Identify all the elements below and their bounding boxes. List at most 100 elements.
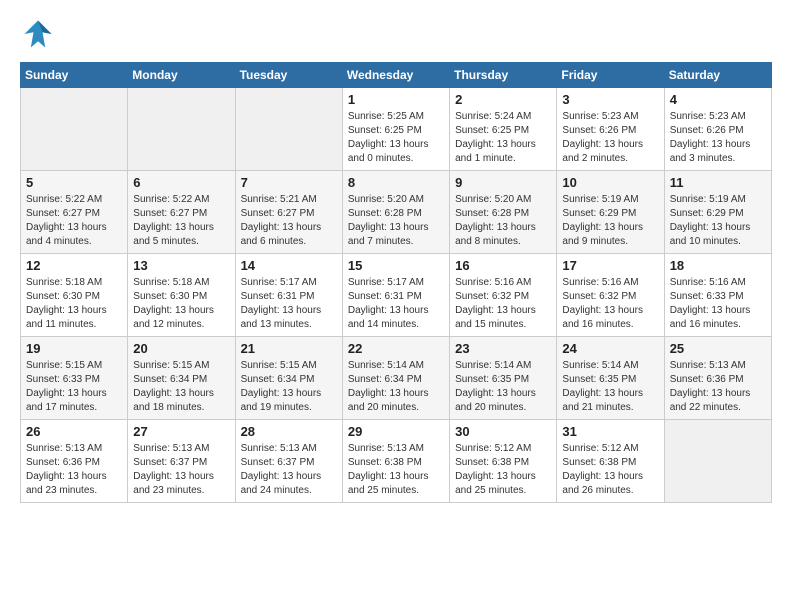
cell-content: Sunrise: 5:24 AMSunset: 6:25 PMDaylight:… — [455, 110, 551, 166]
cell-content: Sunrise: 5:14 AMSunset: 6:35 PMDaylight:… — [455, 359, 551, 415]
calendar-cell: 9 Sunrise: 5:20 AMSunset: 6:28 PMDaylight… — [450, 171, 557, 254]
calendar-cell: 8 Sunrise: 5:20 AMSunset: 6:28 PMDaylight… — [342, 171, 449, 254]
calendar-cell: 17 Sunrise: 5:16 AMSunset: 6:32 PMDayligh… — [557, 254, 664, 337]
weekday-header-monday: Monday — [128, 63, 235, 88]
logo-icon — [20, 16, 56, 52]
calendar-cell: 14 Sunrise: 5:17 AMSunset: 6:31 PMDayligh… — [235, 254, 342, 337]
cell-content: Sunrise: 5:13 AMSunset: 6:38 PMDaylight:… — [348, 442, 444, 498]
weekday-header-friday: Friday — [557, 63, 664, 88]
day-number: 25 — [670, 341, 766, 356]
calendar-cell: 4 Sunrise: 5:23 AMSunset: 6:26 PMDaylight… — [664, 88, 771, 171]
cell-content: Sunrise: 5:12 AMSunset: 6:38 PMDaylight:… — [455, 442, 551, 498]
cell-content: Sunrise: 5:14 AMSunset: 6:35 PMDaylight:… — [562, 359, 658, 415]
calendar-cell: 25Sunrise: 5:13 AMSunset: 6:36 PMDayligh… — [664, 337, 771, 420]
calendar-cell: 19 Sunrise: 5:15 AMSunset: 6:33 PMDayligh… — [21, 337, 128, 420]
weekday-header-tuesday: Tuesday — [235, 63, 342, 88]
day-number: 23 — [455, 341, 551, 356]
calendar-cell: 5 Sunrise: 5:22 AMSunset: 6:27 PMDaylight… — [21, 171, 128, 254]
calendar-cell: 15 Sunrise: 5:17 AMSunset: 6:31 PMDayligh… — [342, 254, 449, 337]
day-number: 14 — [241, 258, 337, 273]
cell-content: Sunrise: 5:17 AMSunset: 6:31 PMDaylight:… — [348, 276, 444, 332]
calendar-cell: 12Sunrise: 5:18 AMSunset: 6:30 PMDayligh… — [21, 254, 128, 337]
cell-content: Sunrise: 5:20 AMSunset: 6:28 PMDaylight:… — [348, 193, 444, 249]
calendar-cell: 11 Sunrise: 5:19 AMSunset: 6:29 PMDayligh… — [664, 171, 771, 254]
page: SundayMondayTuesdayWednesdayThursdayFrid… — [0, 0, 792, 519]
day-number: 21 — [241, 341, 337, 356]
calendar-cell: 27 Sunrise: 5:13 AMSunset: 6:37 PMDayligh… — [128, 420, 235, 503]
calendar-table: SundayMondayTuesdayWednesdayThursdayFrid… — [20, 62, 772, 503]
calendar-cell: 21 Sunrise: 5:15 AMSunset: 6:34 PMDayligh… — [235, 337, 342, 420]
logo — [20, 16, 62, 52]
day-number: 10 — [562, 175, 658, 190]
day-number: 26 — [26, 424, 122, 439]
cell-content: Sunrise: 5:19 AMSunset: 6:29 PMDaylight:… — [670, 193, 766, 249]
calendar-cell: 30Sunrise: 5:12 AMSunset: 6:38 PMDayligh… — [450, 420, 557, 503]
day-number: 12 — [26, 258, 122, 273]
day-number: 15 — [348, 258, 444, 273]
cell-content: Sunrise: 5:15 AMSunset: 6:33 PMDaylight:… — [26, 359, 122, 415]
cell-content: Sunrise: 5:13 AMSunset: 6:37 PMDaylight:… — [133, 442, 229, 498]
calendar-cell: 3Sunrise: 5:23 AMSunset: 6:26 PMDaylight… — [557, 88, 664, 171]
cell-content: Sunrise: 5:23 AMSunset: 6:26 PMDaylight:… — [670, 110, 766, 166]
calendar-cell — [664, 420, 771, 503]
day-number: 22 — [348, 341, 444, 356]
calendar-cell: 23 Sunrise: 5:14 AMSunset: 6:35 PMDayligh… — [450, 337, 557, 420]
cell-content: Sunrise: 5:22 AMSunset: 6:27 PMDaylight:… — [26, 193, 122, 249]
day-number: 29 — [348, 424, 444, 439]
cell-content: Sunrise: 5:22 AMSunset: 6:27 PMDaylight:… — [133, 193, 229, 249]
weekday-header-saturday: Saturday — [664, 63, 771, 88]
weekday-header-thursday: Thursday — [450, 63, 557, 88]
calendar-cell: 16Sunrise: 5:16 AMSunset: 6:32 PMDayligh… — [450, 254, 557, 337]
calendar-week-row: 19 Sunrise: 5:15 AMSunset: 6:33 PMDayligh… — [21, 337, 772, 420]
calendar-cell: 29 Sunrise: 5:13 AMSunset: 6:38 PMDayligh… — [342, 420, 449, 503]
day-number: 19 — [26, 341, 122, 356]
calendar-cell — [235, 88, 342, 171]
weekday-header-row: SundayMondayTuesdayWednesdayThursdayFrid… — [21, 63, 772, 88]
cell-content: Sunrise: 5:19 AMSunset: 6:29 PMDaylight:… — [562, 193, 658, 249]
cell-content: Sunrise: 5:15 AMSunset: 6:34 PMDaylight:… — [241, 359, 337, 415]
day-number: 9 — [455, 175, 551, 190]
calendar-cell: 31 Sunrise: 5:12 AMSunset: 6:38 PMDayligh… — [557, 420, 664, 503]
calendar-cell: 28 Sunrise: 5:13 AMSunset: 6:37 PMDayligh… — [235, 420, 342, 503]
day-number: 17 — [562, 258, 658, 273]
day-number: 24 — [562, 341, 658, 356]
cell-content: Sunrise: 5:13 AMSunset: 6:36 PMDaylight:… — [26, 442, 122, 498]
day-number: 4 — [670, 92, 766, 107]
cell-content: Sunrise: 5:16 AMSunset: 6:33 PMDaylight:… — [670, 276, 766, 332]
cell-content: Sunrise: 5:16 AMSunset: 6:32 PMDaylight:… — [562, 276, 658, 332]
day-number: 1 — [348, 92, 444, 107]
calendar-cell: 7Sunrise: 5:21 AMSunset: 6:27 PMDaylight… — [235, 171, 342, 254]
calendar-cell — [128, 88, 235, 171]
cell-content: Sunrise: 5:17 AMSunset: 6:31 PMDaylight:… — [241, 276, 337, 332]
day-number: 8 — [348, 175, 444, 190]
day-number: 3 — [562, 92, 658, 107]
cell-content: Sunrise: 5:25 AMSunset: 6:25 PMDaylight:… — [348, 110, 444, 166]
header — [20, 16, 772, 52]
weekday-header-sunday: Sunday — [21, 63, 128, 88]
day-number: 27 — [133, 424, 229, 439]
calendar-week-row: 12 Sunrise: 5:18 AMSunset: 6:30 PMDayligh… — [21, 254, 772, 337]
day-number: 16 — [455, 258, 551, 273]
weekday-header-wednesday: Wednesday — [342, 63, 449, 88]
cell-content: Sunrise: 5:13 AMSunset: 6:37 PMDaylight:… — [241, 442, 337, 498]
day-number: 6 — [133, 175, 229, 190]
cell-content: Sunrise: 5:12 AMSunset: 6:38 PMDaylight:… — [562, 442, 658, 498]
cell-content: Sunrise: 5:15 AMSunset: 6:34 PMDaylight:… — [133, 359, 229, 415]
day-number: 20 — [133, 341, 229, 356]
calendar-cell — [21, 88, 128, 171]
calendar-week-row: 5 Sunrise: 5:22 AMSunset: 6:27 PMDaylight… — [21, 171, 772, 254]
day-number: 11 — [670, 175, 766, 190]
day-number: 13 — [133, 258, 229, 273]
calendar-cell: 13 Sunrise: 5:18 AMSunset: 6:30 PMDayligh… — [128, 254, 235, 337]
day-number: 18 — [670, 258, 766, 273]
day-number: 5 — [26, 175, 122, 190]
calendar-cell: 26 Sunrise: 5:13 AMSunset: 6:36 PMDayligh… — [21, 420, 128, 503]
calendar-week-row: 26 Sunrise: 5:13 AMSunset: 6:36 PMDayligh… — [21, 420, 772, 503]
day-number: 31 — [562, 424, 658, 439]
calendar-cell: 1 Sunrise: 5:25 AMSunset: 6:25 PMDaylight… — [342, 88, 449, 171]
cell-content: Sunrise: 5:20 AMSunset: 6:28 PMDaylight:… — [455, 193, 551, 249]
calendar-cell: 2 Sunrise: 5:24 AMSunset: 6:25 PMDaylight… — [450, 88, 557, 171]
cell-content: Sunrise: 5:18 AMSunset: 6:30 PMDaylight:… — [133, 276, 229, 332]
day-number: 28 — [241, 424, 337, 439]
day-number: 2 — [455, 92, 551, 107]
